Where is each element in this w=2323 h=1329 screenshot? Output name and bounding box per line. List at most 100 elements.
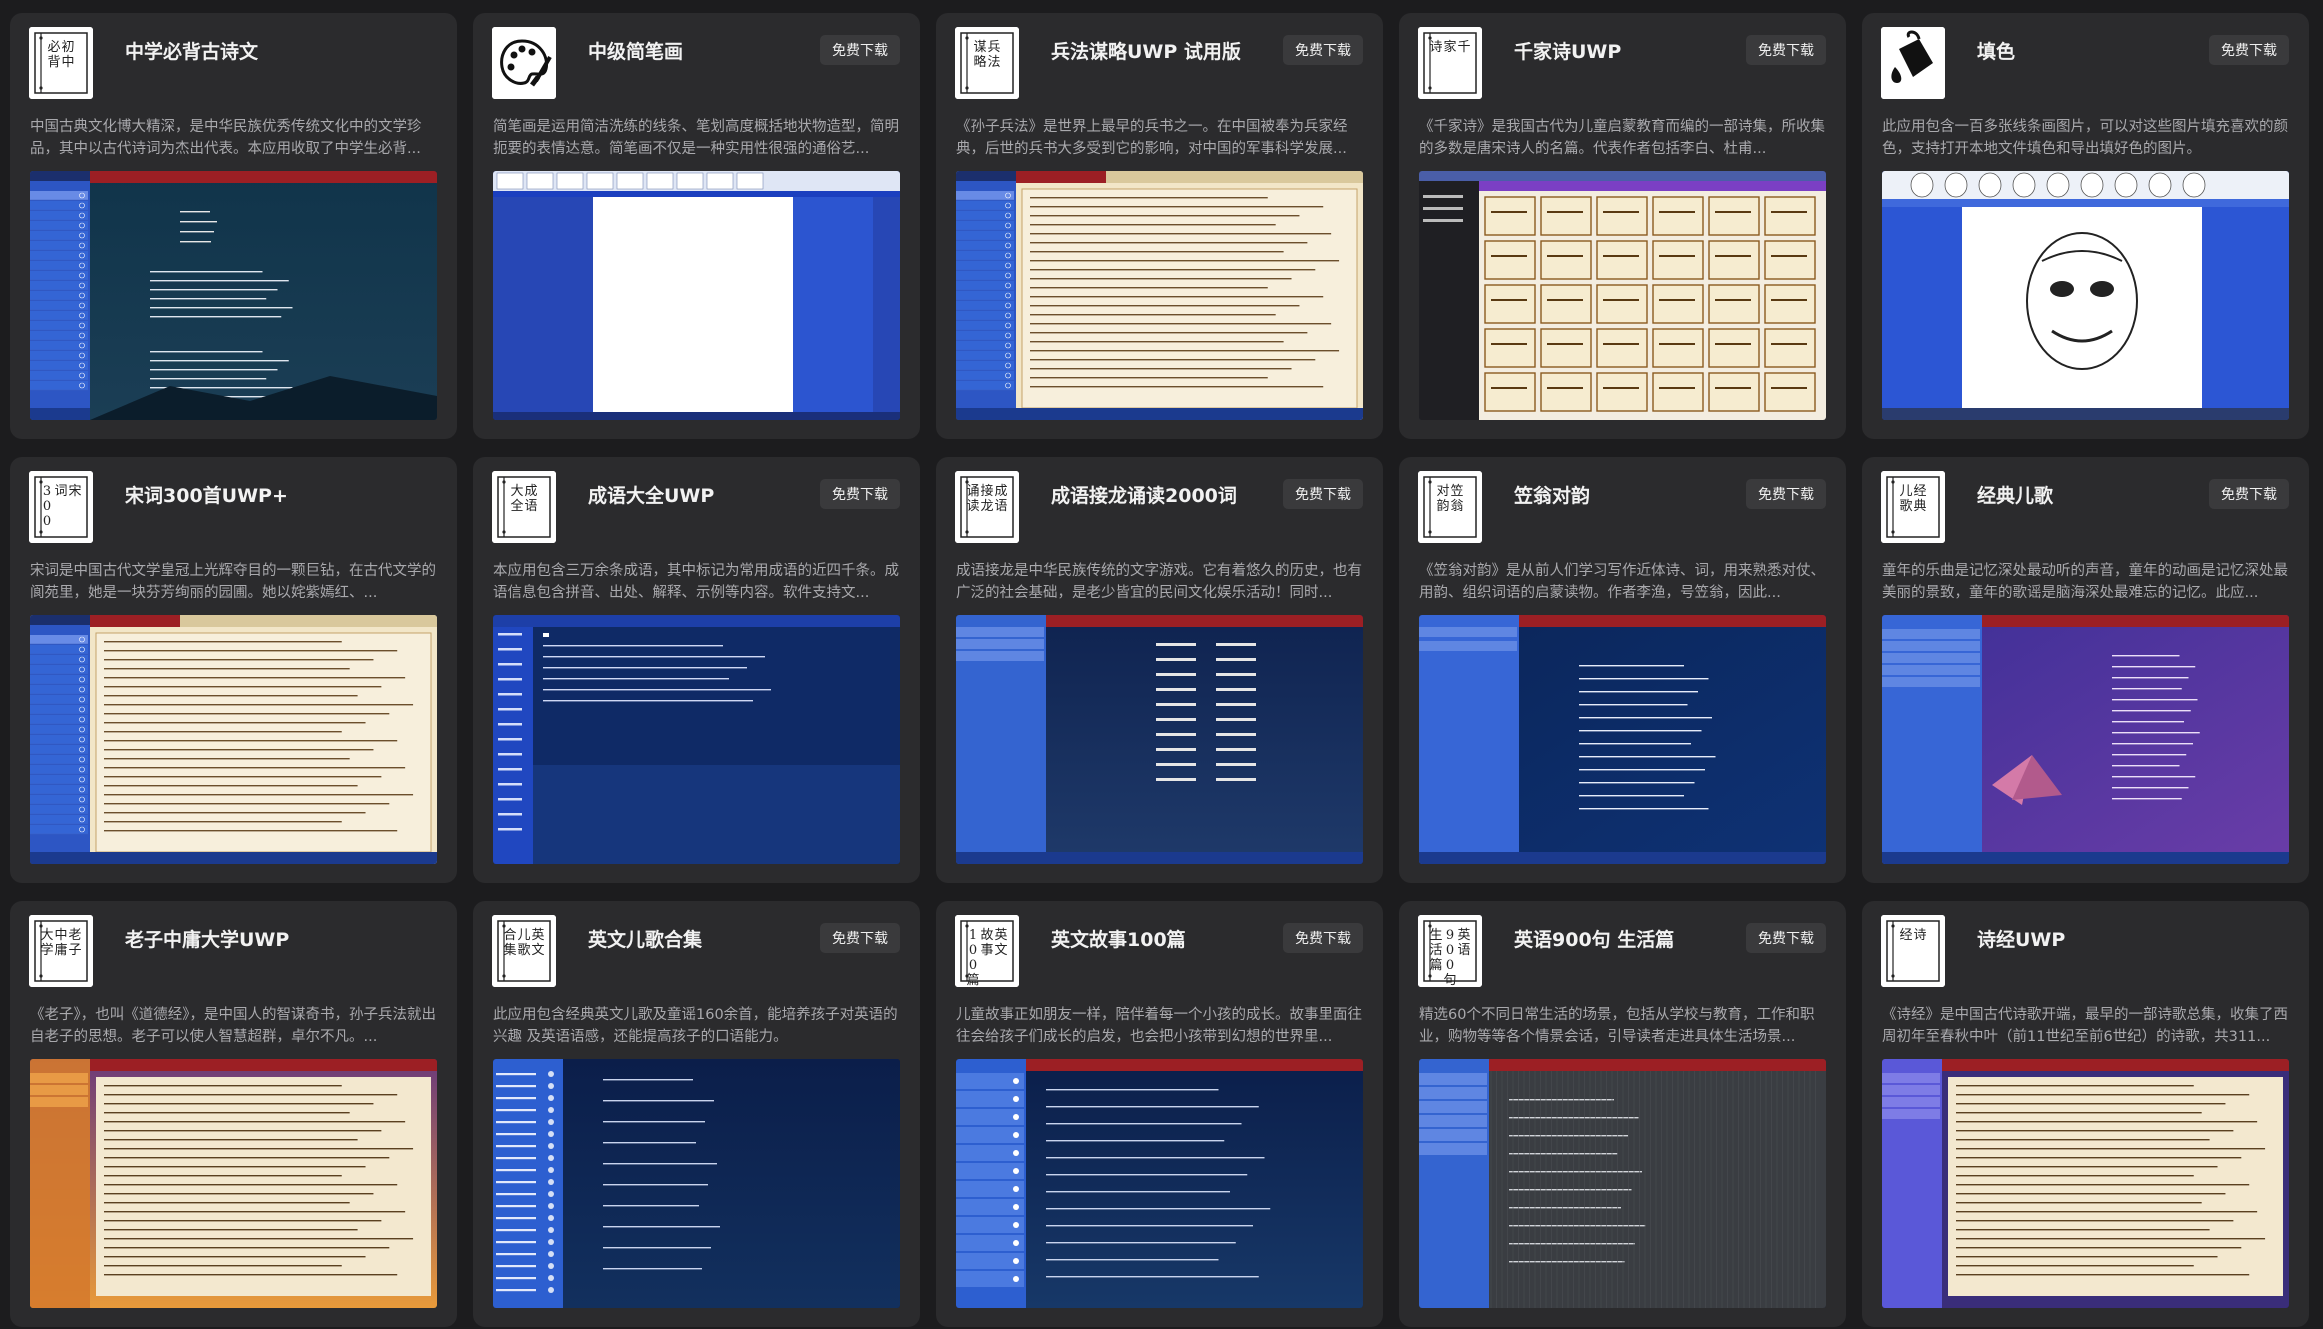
free-download-button[interactable]: 免费下载 xyxy=(820,479,900,509)
app-title[interactable]: 诗经UWP xyxy=(1977,925,2065,952)
free-download-button[interactable]: 免费下载 xyxy=(1746,35,1826,65)
app-card[interactable]: 老子中庸大学 老子中庸大学UWP 《老子》，也叫《道德经》，是中国人的智谋奇书，孙子… xyxy=(10,901,457,1327)
svg-text:0: 0 xyxy=(969,958,977,973)
svg-text:初: 初 xyxy=(61,40,74,55)
app-title[interactable]: 英语900句 生活篇 xyxy=(1514,925,1674,952)
app-card[interactable]: 经典儿歌经典儿歌 免费下载 童年的乐曲是记忆深处最动听的声音，童年的动画是记忆深处最… xyxy=(1862,457,2309,883)
app-card[interactable]: 成语大全 成语大全UWP 免费下载 本应用包含三万余条成语，其中标记为常用成语的近四千… xyxy=(473,457,920,883)
app-card[interactable]: 英语 9 0 0 句生活篇英语900句 生活篇 免费下载 精选60个不同日常生活的场景，包括… xyxy=(1399,901,1846,1327)
svg-text:3: 3 xyxy=(43,484,51,499)
palette-icon xyxy=(492,27,556,99)
app-card[interactable]: 成语接龙诵读 成语接龙诵读2000词 免费下载 成语接龙是中华民族传统的文字游戏。它有… xyxy=(936,457,1383,883)
free-download-button[interactable]: 免费下载 xyxy=(1746,923,1826,953)
app-screenshot[interactable] xyxy=(1882,1059,2289,1308)
app-description: 宋词是中国古代文学皇冠上光辉夺目的一颗巨钻，在古代文学的阆苑里，她是一块芬芳绚丽… xyxy=(30,563,436,601)
scroll-book-icon: 诗经 xyxy=(1881,915,1945,987)
free-download-button[interactable]: 免费下载 xyxy=(1283,35,1363,65)
svg-text:经: 经 xyxy=(1913,484,1926,499)
svg-text:诗: 诗 xyxy=(1429,40,1442,55)
free-download-button[interactable]: 免费下载 xyxy=(1283,479,1363,509)
app-card[interactable]: 兵法谋略 兵法谋略UWP 试用版 免费下载 《孙子兵法》是世界上最早的兵书之一。在中国… xyxy=(936,13,1383,439)
app-screenshot[interactable] xyxy=(1419,615,1826,864)
svg-text:笠: 笠 xyxy=(1450,484,1463,499)
free-download-button[interactable]: 免费下载 xyxy=(820,923,900,953)
app-screenshot[interactable] xyxy=(956,615,1363,864)
svg-text:篇: 篇 xyxy=(1429,958,1442,973)
app-screenshot[interactable] xyxy=(30,1059,437,1308)
card-header: 英文故事 1 0 0 篇英文故事100篇 免费下载 xyxy=(955,915,1363,995)
app-title[interactable]: 笠翁对韵 xyxy=(1514,481,1590,508)
svg-text:家: 家 xyxy=(1443,39,1456,55)
app-card[interactable]: 宋词 3 0 0 宋词300首UWP+ 宋词是中国古代文学皇冠上光辉夺目的一颗巨钻，在古代… xyxy=(10,457,457,883)
scroll-book-icon: 英文儿歌合集 xyxy=(492,915,556,987)
app-title[interactable]: 成语接龙诵读2000词 xyxy=(1051,481,1237,508)
app-screenshot[interactable] xyxy=(1882,171,2289,420)
app-title[interactable]: 填色 xyxy=(1977,37,2015,64)
svg-text:子: 子 xyxy=(68,943,81,958)
app-screenshot[interactable] xyxy=(30,615,437,864)
svg-text:经: 经 xyxy=(1899,928,1912,943)
app-title[interactable]: 老子中庸大学UWP xyxy=(125,925,289,952)
app-description: 《老子》，也叫《道德经》，是中国人的智谋奇书，孙子兵法就出自老子的思想。老子可以… xyxy=(30,1007,436,1045)
svg-text:句: 句 xyxy=(1443,973,1456,987)
svg-text:成: 成 xyxy=(524,484,537,499)
app-card[interactable]: 填色 免费下载 此应用包含一百多张线条画图片，可以对这些图片填充喜欢的颜色，支持打开… xyxy=(1862,13,2309,439)
svg-text:英: 英 xyxy=(994,928,1007,943)
svg-text:文: 文 xyxy=(994,943,1007,958)
card-header: 成语接龙诵读 成语接龙诵读2000词 免费下载 xyxy=(955,471,1363,551)
app-screenshot[interactable] xyxy=(956,1059,1363,1308)
free-download-button[interactable]: 免费下载 xyxy=(1283,923,1363,953)
app-grid: 初中必背中学必背古诗文 中国古典文化博大精深，是中华民族优秀传统文化中的文学珍品，… xyxy=(10,13,2309,1327)
free-download-button[interactable]: 免费下载 xyxy=(1746,479,1826,509)
app-title[interactable]: 中级简笔画 xyxy=(588,37,683,64)
app-screenshot[interactable] xyxy=(493,1059,900,1308)
app-card[interactable]: 英文故事 1 0 0 篇英文故事100篇 免费下载 儿童故事正如朋友一样，陪伴着每一个小孩的… xyxy=(936,901,1383,1327)
app-title[interactable]: 英文儿歌合集 xyxy=(588,925,702,952)
app-screenshot[interactable] xyxy=(1882,615,2289,864)
app-card[interactable]: 初中必背 中学必背古诗文 中国古典文化博大精深，是中华民族优秀传统文化中的文学珍品，… xyxy=(10,13,457,439)
app-card[interactable]: 诗经 诗经UWP 《诗经》是中国古代诗歌开端，最早的一部诗歌总集，收集了西周初年至春… xyxy=(1862,901,2309,1327)
app-screenshot[interactable] xyxy=(493,171,900,420)
app-title[interactable]: 兵法谋略UWP 试用版 xyxy=(1051,37,1241,64)
svg-text:对: 对 xyxy=(1436,484,1449,499)
svg-text:翁: 翁 xyxy=(1450,499,1463,514)
card-header: 英文儿歌合集 英文儿歌合集 免费下载 xyxy=(492,915,900,995)
svg-text:读: 读 xyxy=(966,499,979,514)
svg-text:诵: 诵 xyxy=(966,484,979,499)
app-screenshot[interactable] xyxy=(30,171,437,420)
svg-text:必: 必 xyxy=(47,40,60,55)
app-screenshot[interactable] xyxy=(493,615,900,864)
app-card[interactable]: 英文儿歌合集英文儿歌合集 免费下载 此应用包含经典英文儿歌及童谣160余首，能培养孩… xyxy=(473,901,920,1327)
app-title[interactable]: 宋词300首UWP+ xyxy=(125,481,288,508)
app-title[interactable]: 经典儿歌 xyxy=(1977,481,2053,508)
svg-text:庸: 庸 xyxy=(54,942,67,958)
svg-text:略: 略 xyxy=(973,54,986,70)
svg-text:1: 1 xyxy=(969,928,977,943)
svg-text:成: 成 xyxy=(994,484,1007,499)
app-card[interactable]: 千家诗 千家诗UWP 免费下载 《千家诗》是我国古代为儿童启蒙教育而编的一部诗集，所收… xyxy=(1399,13,1846,439)
svg-text:全: 全 xyxy=(510,498,523,514)
app-screenshot[interactable] xyxy=(1419,1059,1826,1308)
app-description: 《孙子兵法》是世界上最早的兵书之一。在中国被奉为兵家经典，后世的兵书大多受到它的… xyxy=(956,119,1348,157)
svg-text:歌: 歌 xyxy=(517,943,530,958)
app-description: 成语接龙是中华民族传统的文字游戏。它有着悠久的历史，也有广泛的社会基础，是老少皆… xyxy=(956,563,1362,601)
svg-text:英: 英 xyxy=(531,928,544,943)
svg-text:合: 合 xyxy=(503,928,516,943)
app-screenshot[interactable] xyxy=(1419,171,1826,420)
free-download-button[interactable]: 免费下载 xyxy=(2209,35,2289,65)
scroll-book-icon: 英语900句生活篇 xyxy=(1418,915,1482,987)
svg-text:活: 活 xyxy=(1429,943,1442,958)
svg-text:老: 老 xyxy=(68,928,81,943)
free-download-button[interactable]: 免费下载 xyxy=(2209,479,2289,509)
app-card[interactable]: 笠翁对韵笠翁对韵 免费下载 《笠翁对韵》是从前人们学习写作近体诗、词，用来熟悉对仗、… xyxy=(1399,457,1846,883)
free-download-button[interactable]: 免费下载 xyxy=(820,35,900,65)
svg-text:学: 学 xyxy=(40,942,53,958)
app-screenshot[interactable] xyxy=(956,171,1363,420)
app-card[interactable]: 中级简笔画 免费下载 简笔画是运用简洁洗练的线条、笔划高度概括地状物造型，简明扼要的… xyxy=(473,13,920,439)
app-title[interactable]: 成语大全UWP xyxy=(588,481,714,508)
scroll-book-icon: 千家诗 xyxy=(1418,27,1482,99)
app-title[interactable]: 千家诗UWP xyxy=(1514,37,1621,64)
app-title[interactable]: 中学必背古诗文 xyxy=(125,37,258,64)
app-title[interactable]: 英文故事100篇 xyxy=(1051,925,1186,952)
svg-text:英: 英 xyxy=(1457,928,1470,943)
